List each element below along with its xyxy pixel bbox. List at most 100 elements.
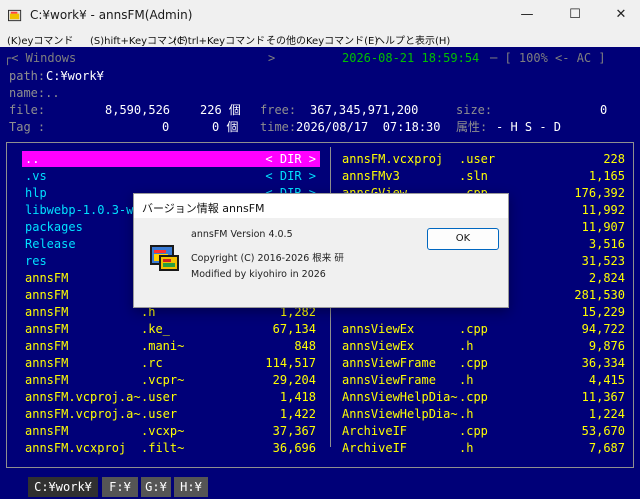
time-label: time: — [260, 120, 297, 134]
left-file-name[interactable]: annsFM — [25, 338, 68, 354]
header-left: ┌< Windows — [4, 51, 77, 65]
app-logo-icon — [150, 245, 179, 271]
name-label: name:.. — [9, 86, 60, 100]
left-file-name[interactable]: Release — [25, 236, 76, 252]
free-value: 367,345,971,200 — [310, 103, 419, 117]
right-file-name[interactable]: annsFM.vcxproj — [342, 151, 443, 167]
dialog-title: バージョン情報 annsFM — [142, 202, 265, 215]
right-file-name[interactable]: annsFMv3 — [342, 168, 400, 184]
left-file-name[interactable]: annsFM.vcxproj — [25, 440, 126, 456]
left-file-name[interactable]: annsFM — [25, 321, 68, 337]
left-file-ext: .user — [141, 390, 178, 404]
file-bytes: 8,590,526 — [105, 103, 171, 117]
left-file-name[interactable]: annsFM — [25, 287, 68, 303]
right-file-name[interactable]: annsViewFrame — [342, 372, 436, 388]
menu-ctrl-key-commands[interactable]: (C)trl+Keyコマンド — [173, 32, 265, 47]
right-file-ext: .h — [459, 373, 474, 387]
left-file-size: < DIR > — [265, 152, 316, 166]
clock-datetime: 2026-08-21 18:59:54 — [342, 51, 480, 65]
drive-tab-f[interactable]: F:¥ — [102, 477, 138, 497]
dialog-body: annsFM Version 4.0.5 Copyright (C) 2016-… — [134, 218, 508, 307]
right-file-ext: .user — [459, 152, 496, 166]
path-value: C:¥work¥ — [46, 69, 104, 83]
drive-tab-c-work[interactable]: C:¥work¥ — [28, 477, 98, 497]
right-file-size: 281,530 — [574, 288, 625, 302]
file-label: file: — [9, 103, 46, 117]
close-button[interactable]: ✕ — [598, 0, 640, 30]
menu-other-key-commands[interactable]: その他のKeyコマンド(E) — [266, 32, 378, 47]
left-file-name[interactable]: annsFM — [25, 270, 68, 286]
drive-tab-h[interactable]: H:¥ — [174, 477, 208, 497]
free-label: free: — [260, 103, 297, 117]
left-file-size: 848 — [294, 339, 316, 353]
left-file-name[interactable]: annsFM — [25, 304, 68, 320]
left-file-ext: .vcpr~ — [141, 373, 185, 387]
left-file-size: 37,367 — [272, 424, 316, 438]
footer-divider — [6, 467, 634, 468]
left-file-name[interactable]: res — [25, 253, 47, 269]
header-mid: > — [268, 51, 276, 65]
right-file-size: 3,516 — [588, 237, 625, 251]
right-file-size: 15,229 — [581, 305, 625, 319]
left-file-name[interactable]: annsFM — [25, 372, 68, 388]
left-file-name[interactable]: annsFM — [25, 423, 68, 439]
right-file-name[interactable]: ArchiveIF — [342, 423, 407, 439]
right-file-name[interactable]: ArchiveIF — [342, 440, 407, 456]
right-file-name[interactable]: AnnsViewHelpDia~ — [342, 389, 458, 405]
ok-button[interactable]: OK — [427, 228, 499, 250]
dialog-modified: Modified by kiyohiro in 2026 — [191, 269, 326, 280]
tag-label: Tag : — [9, 120, 46, 134]
tag-bytes: 0 — [162, 120, 170, 134]
file-count: 226 個 — [200, 103, 241, 117]
left-file-size: 29,204 — [272, 373, 316, 387]
right-file-size: 36,334 — [581, 356, 625, 370]
right-file-size: 9,876 — [588, 339, 625, 353]
right-file-ext: .h — [459, 441, 474, 455]
right-file-ext: .cpp — [459, 424, 488, 438]
attr-value: - H S - D — [496, 120, 562, 134]
window-title: C:¥work¥ - annsFM(Admin) — [30, 8, 193, 22]
right-file-size: 4,415 — [588, 373, 625, 387]
left-file-name[interactable]: .. — [25, 151, 39, 167]
left-file-ext: .rc — [141, 356, 163, 370]
left-file-size: < DIR > — [265, 169, 316, 183]
right-file-size: 176,392 — [574, 186, 625, 200]
left-file-name[interactable]: packages — [25, 219, 83, 235]
left-file-name[interactable]: hlp — [25, 185, 47, 201]
minimize-button[interactable]: — — [504, 0, 550, 30]
menu-help-view[interactable]: ヘルプと表示(H) — [375, 32, 450, 47]
left-file-name[interactable]: annsFM.vcproj.a~ — [25, 406, 141, 422]
right-file-size: 31,523 — [581, 254, 625, 268]
right-file-size: 7,687 — [588, 441, 625, 455]
left-file-ext: .ke_ — [141, 322, 170, 336]
left-border — [6, 142, 7, 468]
right-file-ext: .cpp — [459, 356, 488, 370]
maximize-button[interactable]: ☐ — [552, 0, 598, 30]
drive-tab-g[interactable]: G:¥ — [141, 477, 171, 497]
right-file-name[interactable]: annsViewFrame — [342, 355, 436, 371]
tag-count: 0 個 — [212, 120, 239, 134]
left-file-name[interactable]: libwebp-1.0.3-w — [25, 202, 133, 218]
right-file-name[interactable]: annsViewEx — [342, 321, 414, 337]
about-dialog: バージョン情報 annsFM annsFM Version 4.0.5 Copy… — [133, 193, 509, 308]
menu-key-commands[interactable]: (K)eyコマンド — [7, 32, 73, 47]
right-border — [633, 142, 634, 468]
right-file-name[interactable]: annsViewEx — [342, 338, 414, 354]
maximize-icon: ☐ — [569, 7, 581, 22]
right-file-size: 11,992 — [581, 203, 625, 217]
left-file-name[interactable]: annsFM.vcproj.a~ — [25, 389, 141, 405]
left-file-name[interactable]: annsFM — [25, 355, 68, 371]
right-file-size: 1,165 — [588, 169, 625, 183]
right-file-size: 53,670 — [581, 424, 625, 438]
battery-status: ─ [ 100% <- AC ] — [490, 51, 606, 65]
left-file-size: 36,696 — [272, 441, 316, 455]
right-file-size: 1,224 — [588, 407, 625, 421]
left-file-ext: .user — [141, 407, 178, 421]
size-label: size: — [456, 103, 493, 117]
dialog-copyright: Copyright (C) 2016-2026 根来 研 — [191, 253, 344, 264]
left-file-name[interactable]: .vs — [25, 168, 47, 184]
right-file-name[interactable]: AnnsViewHelpDia~ — [342, 406, 458, 422]
attr-label: 属性: — [456, 120, 488, 134]
header-divider — [6, 142, 634, 143]
left-file-size: 114,517 — [265, 356, 316, 370]
